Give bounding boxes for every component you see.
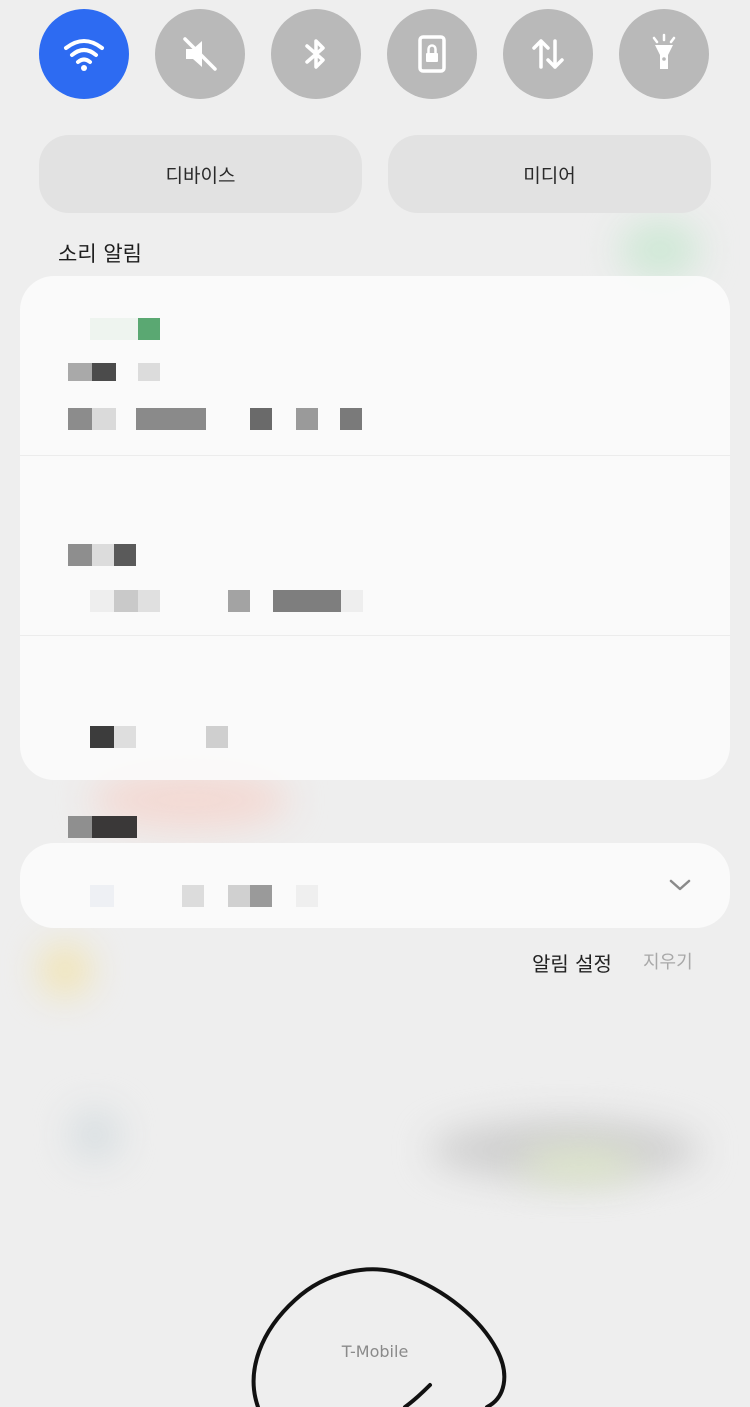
section-title: 소리 알림 — [58, 242, 142, 266]
background-blur — [70, 1110, 120, 1160]
notification-card[interactable] — [20, 276, 730, 780]
chevron-down-icon[interactable] — [668, 875, 692, 895]
redacted-block — [68, 408, 92, 430]
redacted-block — [68, 363, 92, 381]
redacted-block — [340, 408, 362, 430]
redacted-block — [114, 590, 138, 612]
redacted-block — [90, 726, 114, 748]
redacted-block — [92, 408, 116, 430]
bluetooth-icon — [305, 39, 325, 69]
notification-settings-button[interactable]: 알림 설정 — [532, 948, 612, 977]
mobile-data-icon — [532, 39, 564, 69]
notification-panel: 디바이스 미디어 소리 알림 알림 설정 지우기 T-Mobile — [0, 0, 750, 1407]
background-blur — [620, 220, 700, 280]
redacted-block — [250, 408, 272, 430]
wifi-icon — [64, 39, 104, 71]
mobile-data-toggle[interactable] — [503, 9, 593, 99]
redacted-block — [68, 544, 92, 566]
quick-toggle-bar — [39, 9, 709, 99]
redacted-block — [206, 726, 228, 748]
app-icon — [138, 318, 160, 340]
media-label: 미디어 — [523, 164, 576, 187]
redacted-block — [90, 318, 140, 340]
redacted-block — [90, 590, 114, 612]
sound-toggle[interactable] — [155, 9, 245, 99]
redacted-block — [228, 590, 250, 612]
redacted-block — [296, 885, 318, 907]
bluetooth-toggle[interactable] — [271, 9, 361, 99]
wifi-toggle[interactable] — [39, 9, 129, 99]
redacted-block — [92, 363, 116, 381]
collapsed-notification[interactable] — [20, 843, 730, 928]
rotation-lock-icon — [418, 35, 446, 73]
background-blur — [520, 1150, 640, 1180]
redacted-block — [92, 544, 114, 566]
clear-button[interactable]: 지우기 — [643, 948, 693, 974]
redacted-block — [114, 544, 136, 566]
flashlight-icon — [652, 33, 676, 69]
redacted-block — [182, 885, 204, 907]
redacted-block — [68, 816, 92, 838]
devices-label: 디바이스 — [165, 164, 236, 187]
redacted-block — [341, 590, 363, 612]
background-blur — [40, 945, 90, 995]
redacted-block — [138, 363, 160, 381]
divider — [20, 455, 730, 456]
redacted-block — [273, 590, 341, 612]
redacted-block — [136, 408, 206, 430]
mute-icon — [183, 37, 217, 71]
redacted-block — [228, 885, 250, 907]
redacted-block — [92, 816, 137, 838]
redacted-block — [114, 726, 136, 748]
carrier-label: T-Mobile — [341, 1342, 409, 1361]
redacted-block — [296, 408, 318, 430]
redacted-block — [90, 885, 114, 907]
redacted-block — [250, 885, 272, 907]
flashlight-toggle[interactable] — [619, 9, 709, 99]
devices-button[interactable]: 디바이스 — [39, 135, 362, 213]
divider — [20, 635, 730, 636]
rotation-lock-toggle[interactable] — [387, 9, 477, 99]
media-button[interactable]: 미디어 — [388, 135, 711, 213]
redacted-block — [138, 590, 160, 612]
